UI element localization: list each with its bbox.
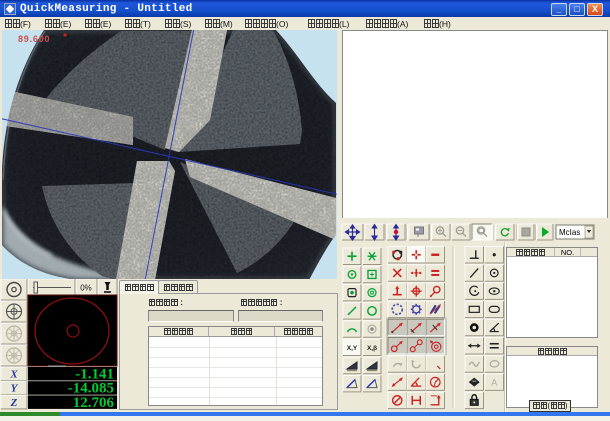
svg-text:89.600: 89.600 <box>18 34 50 44</box>
svg-text:A: A <box>491 378 497 388</box>
svg-text:McIas: McIas <box>559 228 580 237</box>
svg-text:12.706: 12.706 <box>73 395 115 411</box>
svg-text:X,Y: X,Y <box>347 345 358 352</box>
svg-text:Z: Z <box>10 397 18 409</box>
svg-text:0%: 0% <box>80 284 92 293</box>
svg-text:X,β: X,β <box>367 345 377 352</box>
svg-text:X: X <box>9 369 18 381</box>
